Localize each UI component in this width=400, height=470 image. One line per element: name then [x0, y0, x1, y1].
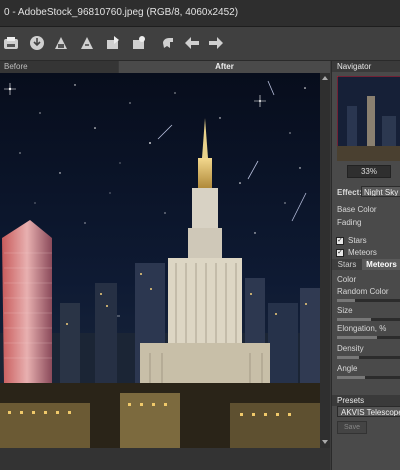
fading-label[interactable]: Fading [337, 218, 361, 227]
hand-icon[interactable] [159, 34, 177, 52]
title-bar: 0 - AdobeStock_96810760.jpeg (RGB/8, 406… [0, 0, 400, 27]
undo-icon[interactable] [183, 34, 201, 52]
density-slider[interactable] [337, 356, 400, 359]
open-icon[interactable] [2, 34, 20, 52]
settings-panel: Navigator 33% Effect: Night Sky (R Base … [331, 61, 400, 470]
scroll-down-icon[interactable] [322, 439, 328, 445]
elongation-label: Elongation, % [337, 324, 387, 333]
view-tabs: Before After [0, 61, 330, 73]
vertical-scrollbar[interactable] [320, 73, 330, 448]
angle-slider[interactable] [337, 376, 400, 379]
presets-header: Presets [332, 395, 400, 406]
tab-after[interactable]: After [119, 61, 330, 73]
scroll-up-icon[interactable] [322, 75, 328, 81]
save-icon[interactable] [28, 34, 46, 52]
print-icon[interactable] [52, 34, 70, 52]
toolbar [0, 27, 400, 61]
preset-select[interactable]: AKVIS Telescope [337, 406, 400, 417]
batch-icon[interactable] [104, 34, 122, 52]
navigator-preview[interactable] [337, 76, 400, 161]
size-label: Size [337, 306, 353, 315]
zoom-field[interactable]: 33% [347, 165, 391, 178]
save-preset-button[interactable]: Save [337, 421, 367, 434]
random-color-label[interactable]: Random Color [337, 287, 389, 296]
tab-stars[interactable]: Stars [332, 259, 362, 270]
elongation-slider[interactable] [337, 336, 400, 339]
size-slider[interactable] [337, 318, 400, 321]
color-label[interactable]: Color [337, 275, 356, 284]
meteors-check-label: Meteors [348, 248, 377, 257]
base-color-label[interactable]: Base Color [337, 205, 377, 214]
effect-select[interactable]: Night Sky (R [361, 186, 400, 197]
tab-before[interactable]: Before [0, 61, 118, 73]
angle-label: Angle [337, 364, 358, 373]
navigator-thumbnail-image [337, 76, 400, 161]
stars-check-label: Stars [348, 236, 367, 245]
random-color-slider[interactable] [337, 299, 400, 302]
density-label: Density [337, 344, 364, 353]
stars-checkbox[interactable]: ✓ [336, 237, 344, 245]
navigator-header: Navigator [332, 61, 400, 72]
redo-icon[interactable] [207, 34, 225, 52]
subtabs: Stars Meteors [332, 259, 400, 270]
effect-label: Effect: [337, 188, 362, 197]
horizontal-scrollbar[interactable] [0, 448, 330, 470]
image-canvas[interactable] [0, 73, 320, 448]
tab-meteors[interactable]: Meteors [362, 259, 400, 270]
window-title: 0 - AdobeStock_96810760.jpeg (RGB/8, 406… [4, 7, 239, 18]
night-city-image [0, 73, 320, 448]
settings-icon[interactable] [130, 34, 148, 52]
share-icon[interactable] [78, 34, 96, 52]
meteors-checkbox[interactable]: ✓ [336, 249, 344, 257]
